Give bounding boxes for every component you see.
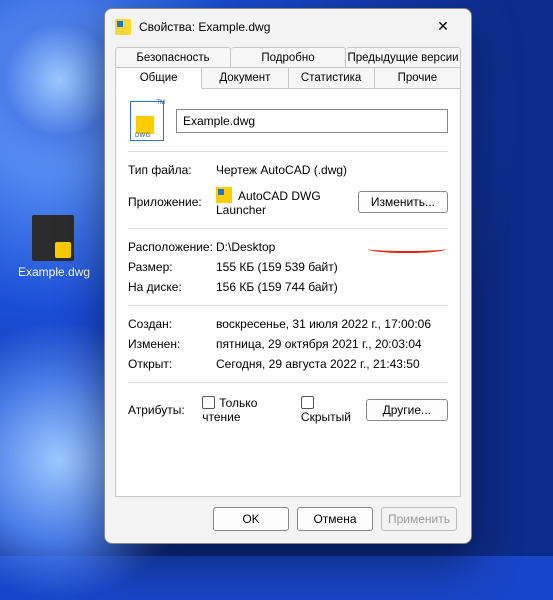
tab-other[interactable]: Прочие [375,67,461,89]
annotation-underline [368,245,446,253]
change-app-button[interactable]: Изменить... [358,191,448,213]
on-disk-label: На диске: [128,280,216,294]
other-attrs-button[interactable]: Другие... [366,399,448,421]
desktop-file-label: Example.dwg [18,265,88,279]
titlebar: Свойства: Example.dwg ✕ [105,9,471,43]
created-value: воскресенье, 31 июля 2022 г., 17:00:06 [216,317,448,331]
separator [128,151,448,152]
separator [128,228,448,229]
window-title: Свойства: Example.dwg [139,20,425,34]
app-value: AutoCAD DWG Launcher [216,187,358,217]
file-type-value: Чертеж AutoCAD (.dwg) [216,163,448,177]
attrs-label: Атрибуты: [128,403,196,417]
tab-general[interactable]: Общие [115,67,202,89]
size-label: Размер: [128,260,216,274]
modified-label: Изменен: [128,337,216,351]
readonly-checkbox[interactable]: Только чтение [202,396,287,424]
title-icon [115,19,131,35]
location-label: Расположение: [128,240,216,254]
tab-statistics[interactable]: Статистика [289,67,375,89]
tab-previous-versions[interactable]: Предыдущие версии [346,47,461,68]
apply-button: Применить [381,507,457,531]
tab-strip: Безопасность Подробно Предыдущие версии … [115,47,461,88]
app-label: Приложение: [128,195,216,209]
created-label: Создан: [128,317,216,331]
dwg-file-icon [32,215,74,261]
close-button[interactable]: ✕ [425,15,461,39]
filename-input[interactable] [176,109,448,133]
dialog-footer: OK Отмена Применить [105,497,471,543]
properties-dialog: Свойства: Example.dwg ✕ Безопасность Под… [104,8,472,544]
app-icon [216,187,232,203]
size-value: 155 КБ (159 539 байт) [216,260,448,274]
tab-document[interactable]: Документ [202,67,288,89]
file-type-label: Тип файла: [128,163,216,177]
general-panel: DWG Тип файла: Чертеж AutoCAD (.dwg) При… [115,88,461,497]
tab-security[interactable]: Безопасность [115,47,231,68]
hidden-checkbox[interactable]: Скрытый [301,396,360,424]
cancel-button[interactable]: Отмена [297,507,373,531]
separator [128,305,448,306]
modified-value: пятница, 29 октября 2021 г., 20:03:04 [216,337,448,351]
ok-button[interactable]: OK [213,507,289,531]
dwg-large-icon: DWG [130,101,164,141]
opened-value: Сегодня, 29 августа 2022 г., 21:43:50 [216,357,448,371]
tab-details[interactable]: Подробно [231,47,346,68]
on-disk-value: 156 КБ (159 744 байт) [216,280,448,294]
desktop-file-icon[interactable]: Example.dwg [18,215,88,279]
opened-label: Открыт: [128,357,216,371]
separator [128,382,448,383]
